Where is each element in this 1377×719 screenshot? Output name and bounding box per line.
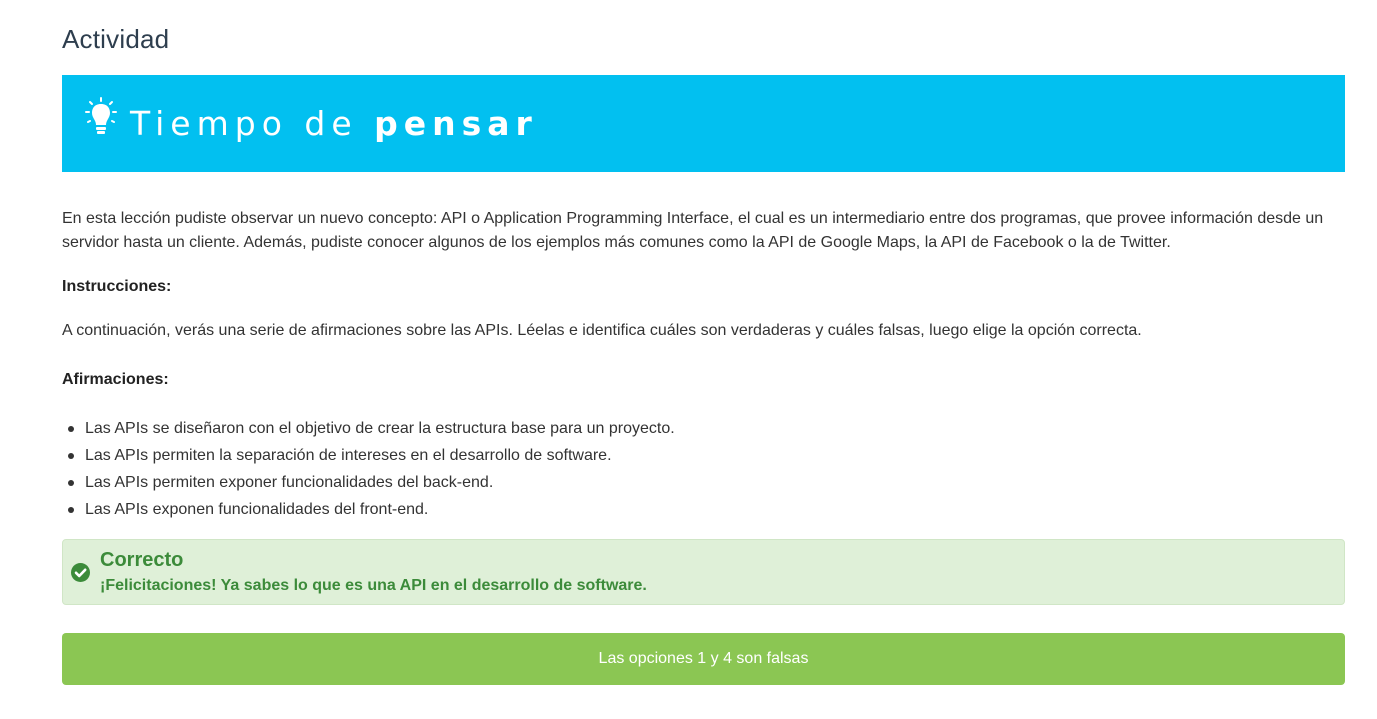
banner-title-regular: Tiempo de <box>130 104 375 143</box>
statement-item: Las APIs exponen funcionalidades del fro… <box>62 496 675 523</box>
check-circle-icon <box>71 563 90 582</box>
banner-title-bold: pensar <box>374 104 538 143</box>
banner-title: Tiempo de pensar <box>130 104 538 143</box>
statement-item: Las APIs permiten exponer funcionalidade… <box>62 469 675 496</box>
lightbulb-icon <box>84 96 118 142</box>
statements-list: Las APIs se diseñaron con el objetivo de… <box>62 415 675 523</box>
answer-option-button[interactable]: Las opciones 1 y 4 son falsas <box>62 633 1345 685</box>
page-title: Actividad <box>62 24 170 54</box>
intro-paragraph: En esta lección pudiste observar un nuev… <box>62 210 1324 251</box>
instructions-heading: Instrucciones: <box>62 278 172 295</box>
feedback-alert: Correcto ¡Felicitaciones! Ya sabes lo qu… <box>62 539 1345 605</box>
statement-item: Las APIs permiten la separación de inter… <box>62 442 675 469</box>
statements-heading: Afirmaciones: <box>62 371 169 388</box>
think-time-banner: Tiempo de pensar <box>62 75 1345 172</box>
instructions-text: A continuación, verás una serie de afirm… <box>62 322 1142 339</box>
feedback-title: Correcto <box>100 549 184 571</box>
activity-page: Actividad Tiempo de pensar En esta lecci <box>0 0 1377 719</box>
feedback-message: ¡Felicitaciones! Ya sabes lo que es una … <box>100 577 647 594</box>
statement-item: Las APIs se diseñaron con el objetivo de… <box>62 415 675 442</box>
